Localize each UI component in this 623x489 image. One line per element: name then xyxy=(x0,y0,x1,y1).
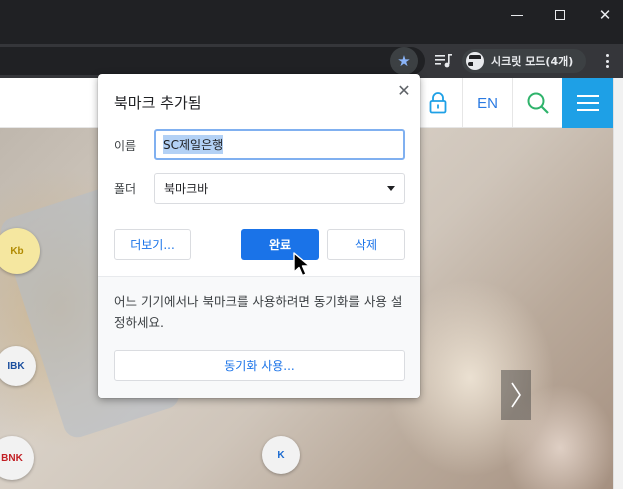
dialog-title: 북마크 추가됨 xyxy=(114,94,202,112)
bookmark-name-input[interactable]: SC제일은행 xyxy=(154,129,405,160)
close-icon: ✕ xyxy=(598,6,612,24)
folder-select-value: 북마크바 xyxy=(164,182,209,196)
more-vert-icon[interactable] xyxy=(600,52,614,70)
profile-label: 시크릿 모드(4개) xyxy=(491,55,574,68)
site-search-button[interactable] xyxy=(512,78,562,128)
incognito-profile-button[interactable]: 시크릿 모드(4개) xyxy=(462,49,586,73)
bank-coin-ibk: IBK xyxy=(0,346,36,386)
name-label: 이름 xyxy=(114,139,137,153)
bookmark-name-value: SC제일은행 xyxy=(163,135,224,154)
page-scrollbar[interactable] xyxy=(613,78,623,489)
maximize-icon xyxy=(555,10,565,20)
bank-coin-k: K xyxy=(262,436,300,474)
remove-button[interactable]: 삭제 xyxy=(327,229,405,260)
maximize-button[interactable] xyxy=(540,0,580,30)
browser-toolbar: ★ 시크릿 모드(4개) xyxy=(0,44,623,78)
mouse-cursor-icon xyxy=(293,252,311,277)
dropdown-caret-icon xyxy=(387,186,395,191)
bookmark-folder-select[interactable]: 북마크바 xyxy=(154,173,405,204)
search-icon xyxy=(527,92,549,114)
close-icon: ✕ xyxy=(397,80,411,100)
folder-label: 폴더 xyxy=(114,182,137,196)
bookmark-star-button[interactable]: ★ xyxy=(390,47,418,75)
minimize-button[interactable] xyxy=(497,0,537,30)
sync-promo: 어느 기기에서나 북마크를 사용하려면 동기화를 사용 설정하세요. 동기화 사… xyxy=(98,276,420,398)
enable-sync-button[interactable]: 동기화 사용... xyxy=(114,350,405,381)
window-close-button[interactable]: ✕ xyxy=(585,0,623,30)
address-bar[interactable] xyxy=(0,47,425,75)
chevron-right-icon xyxy=(511,382,521,408)
dialog-close-button[interactable]: ✕ xyxy=(394,80,414,100)
playlist-icon[interactable] xyxy=(434,52,454,70)
login-button[interactable] xyxy=(413,78,462,128)
sync-message: 어느 기기에서나 북마크를 사용하려면 동기화를 사용 설정하세요. xyxy=(114,294,403,330)
bank-coin-bnk: BNK xyxy=(0,436,34,480)
hamburger-menu-icon[interactable] xyxy=(562,78,613,128)
bookmark-added-dialog: 북마크 추가됨 ✕ 이름 SC제일은행 폴더 북마크바 더보기... 완료 삭제… xyxy=(98,74,420,398)
browser-titlebar: ✕ xyxy=(0,0,623,44)
incognito-icon xyxy=(466,52,484,70)
minimize-icon xyxy=(511,14,523,16)
language-en-button[interactable]: EN xyxy=(462,78,512,128)
lock-icon xyxy=(429,92,447,114)
star-icon: ★ xyxy=(397,52,411,70)
carousel-next-button[interactable] xyxy=(501,370,531,420)
more-button[interactable]: 더보기... xyxy=(114,229,191,260)
